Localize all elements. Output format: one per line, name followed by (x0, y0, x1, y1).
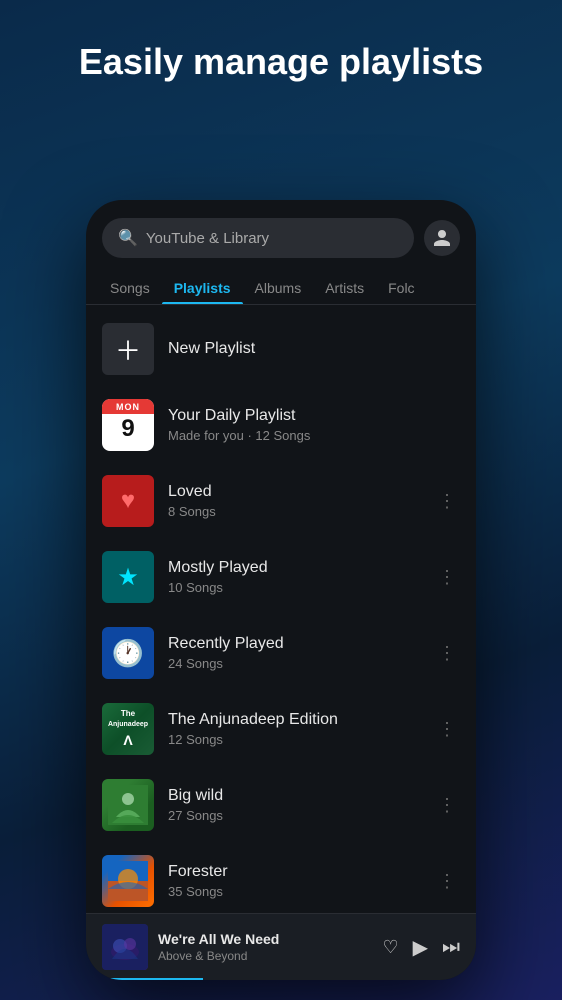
page-title: Easily manage playlists (0, 0, 562, 103)
like-button[interactable]: ♡ (382, 937, 398, 958)
item-title: Recently Played (168, 635, 420, 653)
more-options-icon[interactable]: ⋮ (434, 715, 460, 744)
more-options-icon[interactable]: ⋮ (434, 487, 460, 516)
list-item[interactable]: MON 9 Your Daily Playlist Made for you ·… (86, 387, 476, 463)
now-playing-artist: Above & Beyond (158, 949, 372, 963)
profile-button[interactable] (424, 220, 460, 256)
mostly-played-icon: ★ (102, 551, 154, 603)
item-info: Forester 35 Songs (168, 863, 420, 899)
item-subtitle: 8 Songs (168, 504, 420, 519)
calendar-month: MON (102, 399, 154, 414)
tab-albums[interactable]: Albums (243, 272, 314, 304)
item-title: Forester (168, 863, 420, 881)
item-info: Your Daily Playlist Made for you · 12 So… (168, 407, 460, 443)
item-info: New Playlist (168, 340, 460, 358)
search-placeholder: YouTube & Library (146, 230, 269, 247)
tab-songs[interactable]: Songs (98, 272, 162, 304)
calendar-icon: MON 9 (102, 399, 154, 451)
more-options-icon[interactable]: ⋮ (434, 639, 460, 668)
item-info: Big wild 27 Songs (168, 787, 420, 823)
search-icon: 🔍 (118, 228, 138, 248)
loved-icon: ♥ (102, 475, 154, 527)
more-options-icon[interactable]: ⋮ (434, 563, 460, 592)
item-title: Big wild (168, 787, 420, 805)
playlist-list: ＋ New Playlist MON 9 Your Daily Playlist… (86, 305, 476, 913)
item-info: Mostly Played 10 Songs (168, 559, 420, 595)
search-bar: 🔍 YouTube & Library (86, 200, 476, 268)
item-subtitle: Made for you · 12 Songs (168, 428, 460, 443)
item-title: Your Daily Playlist (168, 407, 460, 425)
play-pause-button[interactable]: ▶ (413, 935, 428, 960)
tab-artists[interactable]: Artists (313, 272, 376, 304)
list-item[interactable]: ＋ New Playlist (86, 311, 476, 387)
more-options-icon[interactable]: ⋮ (434, 867, 460, 896)
search-input[interactable]: 🔍 YouTube & Library (102, 218, 414, 258)
item-title: New Playlist (168, 340, 460, 358)
skip-next-button[interactable]: ⏭ (442, 936, 460, 959)
list-item[interactable]: Big wild 27 Songs ⋮ (86, 767, 476, 843)
item-title: The Anjunadeep Edition (168, 711, 420, 729)
list-item[interactable]: Forester 35 Songs ⋮ (86, 843, 476, 913)
list-item[interactable]: 🕐 Recently Played 24 Songs ⋮ (86, 615, 476, 691)
item-info: The Anjunadeep Edition 12 Songs (168, 711, 420, 747)
anjuna-art-icon: The Anjunadeep Λ (102, 703, 154, 755)
list-item[interactable]: ♥ Loved 8 Songs ⋮ (86, 463, 476, 539)
item-subtitle: 10 Songs (168, 580, 420, 595)
item-info: Recently Played 24 Songs (168, 635, 420, 671)
new-playlist-icon: ＋ (102, 323, 154, 375)
calendar-day: 9 (121, 417, 134, 441)
playback-controls: ♡ ▶ ⏭ (382, 935, 460, 960)
item-title: Mostly Played (168, 559, 420, 577)
item-title: Loved (168, 483, 420, 501)
recently-played-icon: 🕐 (102, 627, 154, 679)
now-playing-info: We're All We Need Above & Beyond (158, 931, 372, 963)
item-info: Loved 8 Songs (168, 483, 420, 519)
tab-bar: Songs Playlists Albums Artists Folc (86, 268, 476, 305)
item-subtitle: 24 Songs (168, 656, 420, 671)
bigwild-art-icon (102, 779, 154, 831)
tab-playlists[interactable]: Playlists (162, 272, 243, 304)
item-subtitle: 27 Songs (168, 808, 420, 823)
phone-frame: 🔍 YouTube & Library Songs Playlists Albu… (86, 200, 476, 980)
tab-folc[interactable]: Folc (376, 272, 426, 304)
list-item[interactable]: The Anjunadeep Λ The Anjunadeep Edition … (86, 691, 476, 767)
now-playing-bar: We're All We Need Above & Beyond ♡ ▶ ⏭ (86, 913, 476, 980)
list-item[interactable]: ★ Mostly Played 10 Songs ⋮ (86, 539, 476, 615)
progress-bar (86, 978, 203, 980)
item-subtitle: 35 Songs (168, 884, 420, 899)
now-playing-artwork (102, 924, 148, 970)
forester-art-icon (102, 855, 154, 907)
now-playing-title: We're All We Need (158, 931, 372, 947)
more-options-icon[interactable]: ⋮ (434, 791, 460, 820)
item-subtitle: 12 Songs (168, 732, 420, 747)
